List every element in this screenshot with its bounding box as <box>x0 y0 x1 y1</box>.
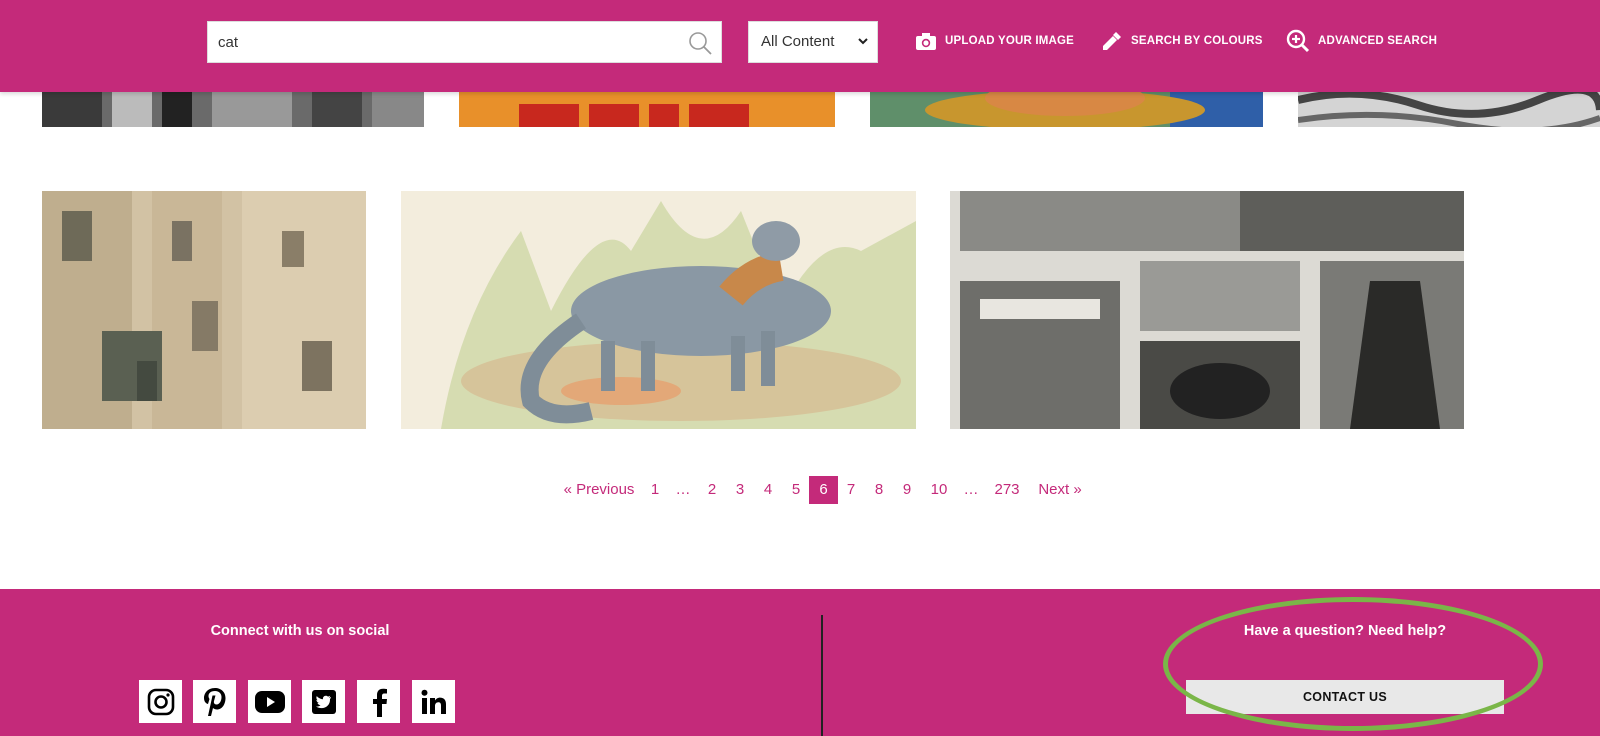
page-link-4[interactable]: 4 <box>757 476 779 504</box>
content-type-select[interactable]: All Content <box>748 21 878 63</box>
pinterest-link[interactable] <box>193 680 236 723</box>
linkedin-link[interactable] <box>412 680 455 723</box>
pinterest-icon <box>203 687 225 716</box>
cat-show-engraving <box>950 191 1464 429</box>
contact-us-button[interactable]: CONTACT US <box>1186 680 1504 714</box>
pagination-ellipsis: … <box>675 481 691 498</box>
current-page: 6 <box>809 476 838 504</box>
page-link-9[interactable]: 9 <box>896 476 918 504</box>
youtube-icon <box>254 690 285 713</box>
search-icon[interactable] <box>687 30 713 56</box>
previous-page-link[interactable]: « Previous <box>559 476 639 504</box>
social-heading: Connect with us on social <box>210 623 390 639</box>
upload-image-label: UPLOAD YOUR IMAGE <box>945 35 1075 47</box>
page-link-5[interactable]: 5 <box>785 476 807 504</box>
page-link-273[interactable]: 273 <box>989 476 1025 504</box>
site-footer: Connect with us on social Have a questio… <box>0 589 1600 736</box>
help-heading: Have a question? Need help? <box>1243 623 1447 639</box>
search-box[interactable] <box>207 21 722 63</box>
result-image[interactable] <box>950 191 1464 429</box>
wild-cat-illustration <box>401 191 916 429</box>
eyedropper-icon <box>1103 32 1121 50</box>
pagination: « Previous 1 … 2 3 4 5 6 7 8 9 10 … 273 … <box>0 476 1600 504</box>
twitter-icon <box>311 689 336 714</box>
content-type-value: All Content <box>761 33 835 50</box>
chevron-down-icon <box>858 38 868 45</box>
search-by-colours-label: SEARCH BY COLOURS <box>1131 35 1263 47</box>
facebook-link[interactable] <box>357 680 400 723</box>
search-input[interactable] <box>218 22 668 62</box>
advanced-search-label: ADVANCED SEARCH <box>1318 35 1438 47</box>
search-by-colours-link[interactable]: SEARCH BY COLOURS <box>1101 28 1263 54</box>
advanced-search-link[interactable]: ADVANCED SEARCH <box>1286 28 1437 54</box>
result-image[interactable] <box>42 191 366 429</box>
instagram-icon <box>147 688 174 715</box>
linkedin-icon <box>421 689 446 714</box>
footer-divider <box>821 615 823 736</box>
zoom-in-icon <box>1286 29 1310 53</box>
page-link-1[interactable]: 1 <box>645 476 665 504</box>
page-link-3[interactable]: 3 <box>729 476 751 504</box>
youtube-link[interactable] <box>248 680 291 723</box>
old-street-watercolour <box>42 191 366 429</box>
twitter-link[interactable] <box>302 680 345 723</box>
upload-image-link[interactable]: UPLOAD YOUR IMAGE <box>915 28 1074 54</box>
site-header: All Content UPLOAD YOUR IMAGE SEARCH BY … <box>0 0 1600 92</box>
result-image[interactable] <box>401 191 916 429</box>
page-link-7[interactable]: 7 <box>840 476 862 504</box>
instagram-link[interactable] <box>139 680 182 723</box>
camera-icon <box>916 33 936 50</box>
page-link-2[interactable]: 2 <box>701 476 723 504</box>
page-link-10[interactable]: 10 <box>924 476 954 504</box>
page-link-8[interactable]: 8 <box>868 476 890 504</box>
facebook-icon <box>372 688 387 717</box>
next-page-link[interactable]: Next » <box>1035 476 1085 504</box>
pagination-ellipsis: … <box>963 481 979 498</box>
